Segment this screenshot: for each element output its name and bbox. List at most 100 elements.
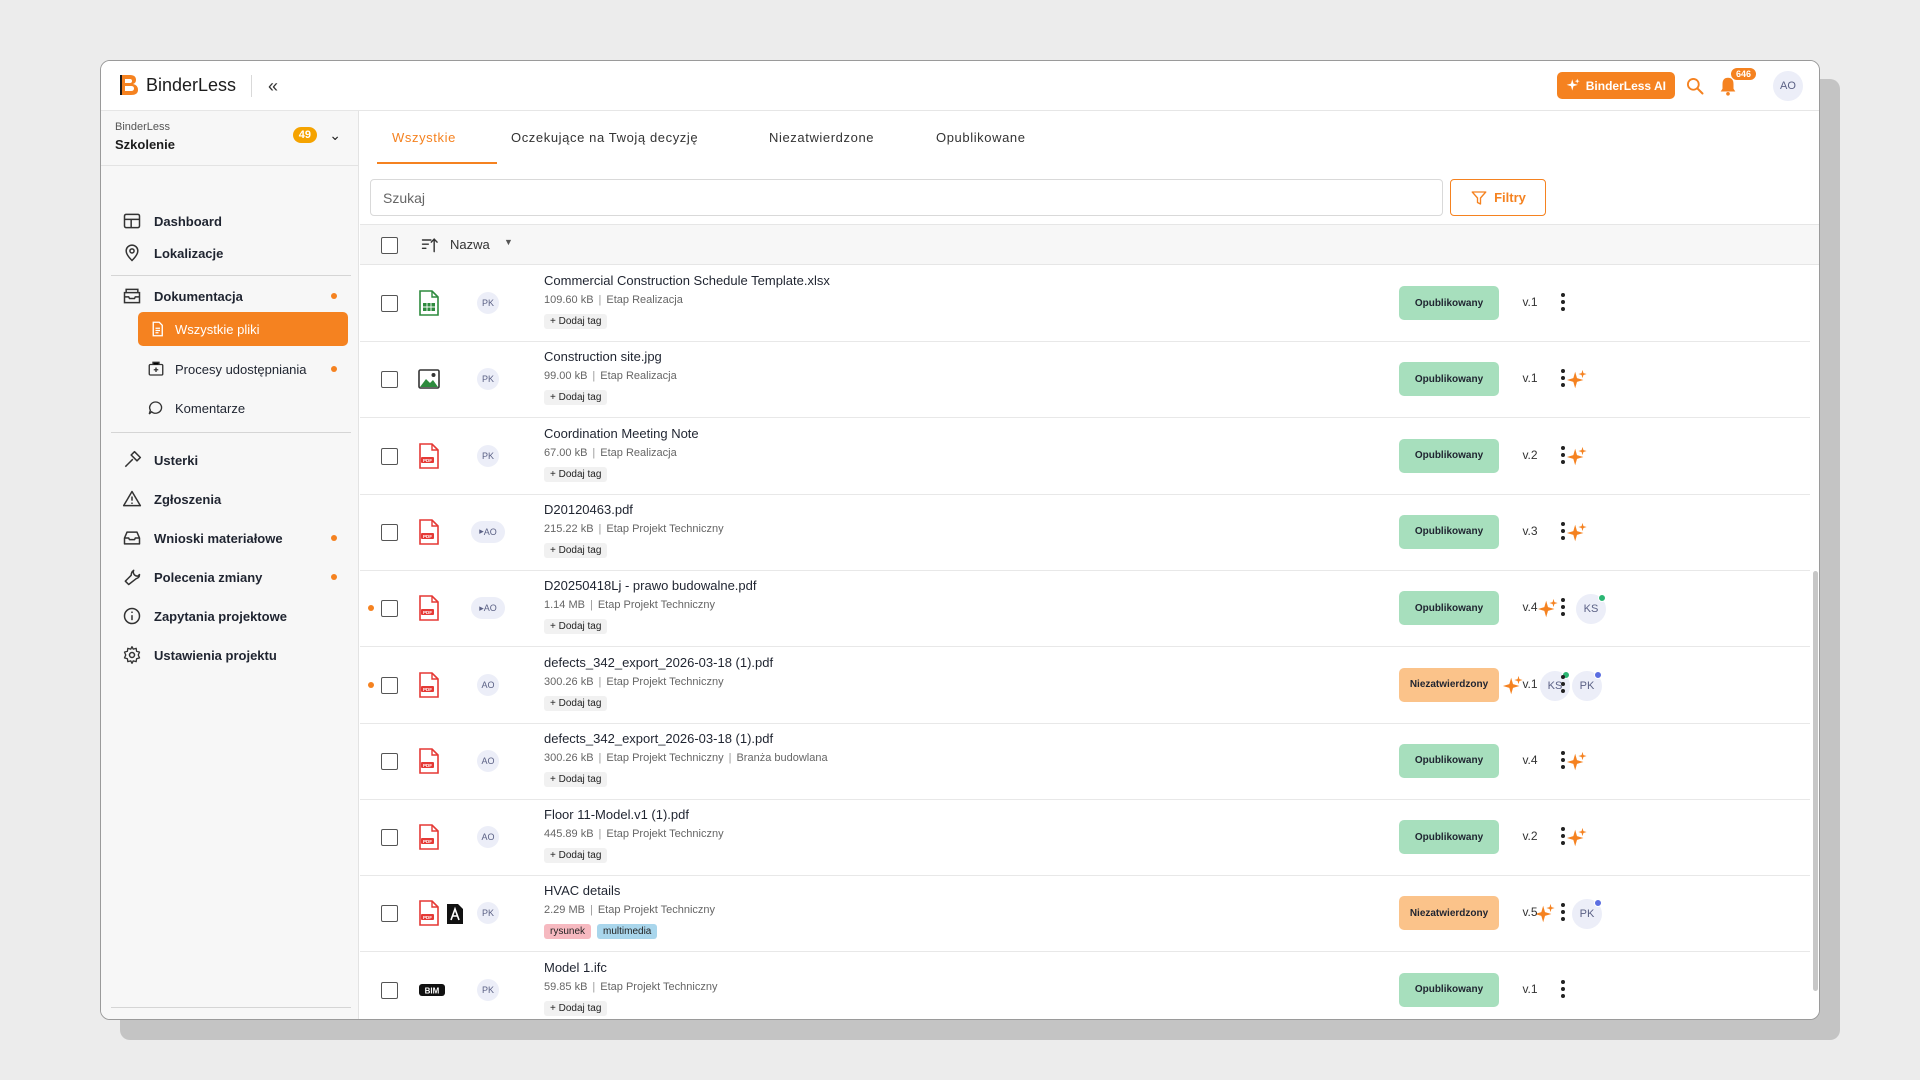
reviewer-avatar[interactable]: PK xyxy=(1572,899,1602,930)
file-name[interactable]: D20120463.pdf xyxy=(544,502,633,517)
table-row[interactable]: PDF PK HVAC details 2.29 MB | Etap Projekt Te… xyxy=(360,876,1810,953)
binderless-ai-button[interactable]: BinderLess AI xyxy=(1556,72,1675,99)
version-label[interactable]: v.1 xyxy=(1510,677,1550,691)
file-name[interactable]: Commercial Construction Schedule Templat… xyxy=(544,273,830,288)
file-name[interactable]: Construction site.jpg xyxy=(544,349,662,364)
table-row[interactable]: PDF ▸ AO D20250418Lj - prawo budowalne.pdf… xyxy=(360,571,1810,648)
tag-chip[interactable]: rysunek xyxy=(544,924,592,940)
sidebar-item-dashboard[interactable]: Dashboard xyxy=(101,205,359,237)
file-meta: 59.85 kB | Etap Projekt Techniczny xyxy=(544,980,718,993)
more-options-icon[interactable] xyxy=(1558,369,1568,389)
filters-button[interactable]: Filtry xyxy=(1450,179,1546,216)
add-tag-button[interactable]: + Dodaj tag xyxy=(544,619,608,635)
user-avatar[interactable]: AO xyxy=(1773,71,1803,101)
add-tag-button[interactable]: + Dodaj tag xyxy=(544,771,608,787)
version-label[interactable]: v.2 xyxy=(1510,829,1550,843)
row-checkbox[interactable] xyxy=(381,295,398,312)
sort-icon[interactable] xyxy=(420,235,440,255)
more-options-icon[interactable] xyxy=(1558,979,1568,1000)
search-icon[interactable] xyxy=(1685,76,1705,96)
more-options-icon[interactable] xyxy=(1558,674,1568,695)
sidebar-item-zapytania-projektowe[interactable]: Zapytania projektowe xyxy=(101,600,359,632)
row-checkbox[interactable] xyxy=(381,600,398,618)
add-tag-button[interactable]: + Dodaj tag xyxy=(544,314,608,329)
table-row[interactable]: PDF AO Floor 11-Model.v1 (1).pdf 445.89 kB |… xyxy=(360,800,1810,877)
version-label[interactable]: v.4 xyxy=(1510,600,1550,614)
search-input[interactable] xyxy=(370,179,1443,216)
add-tag-button[interactable]: + Dodaj tag xyxy=(544,1000,608,1016)
sidebar-item-dokumentacja[interactable]: Dokumentacja xyxy=(101,280,359,312)
file-name[interactable]: Coordination Meeting Note xyxy=(544,426,699,441)
ai-sparkle-icon[interactable] xyxy=(1566,446,1588,468)
table-row[interactable]: PK Construction site.jpg 99.00 kB | Etap Rea… xyxy=(360,342,1810,419)
version-label[interactable]: v.1 xyxy=(1510,371,1550,385)
table-row[interactable]: BIM PK Model 1.ifc 59.85 kB | Etap Projekt Te… xyxy=(360,953,1810,1019)
tab-niezatwierdzone[interactable]: Niezatwierdzone xyxy=(769,130,874,145)
row-checkbox[interactable] xyxy=(381,752,398,770)
sidebar-item-wnioski-materialowe[interactable]: Wnioski materiałowe xyxy=(101,522,359,554)
more-options-icon[interactable] xyxy=(1558,598,1568,618)
add-tag-button[interactable]: + Dodaj tag xyxy=(544,542,608,558)
tab-wszystkie[interactable]: Wszystkie xyxy=(392,130,456,145)
tab-oczekujace[interactable]: Oczekujące na Twoją decyzję xyxy=(511,130,698,145)
scrollbar[interactable] xyxy=(1813,571,1818,991)
collapse-sidebar-icon[interactable]: « xyxy=(268,76,278,97)
add-tag-button[interactable]: + Dodaj tag xyxy=(544,848,608,864)
file-name[interactable]: D20250418Lj - prawo budowalne.pdf xyxy=(544,578,757,593)
sidebar-item-lokalizacje[interactable]: Lokalizacje xyxy=(101,237,359,269)
version-label[interactable]: v.1 xyxy=(1510,295,1550,309)
row-checkbox[interactable] xyxy=(381,371,398,389)
tag-chip[interactable]: multimedia xyxy=(597,924,658,940)
version-label[interactable]: v.5 xyxy=(1510,905,1550,919)
ai-sparkle-icon[interactable] xyxy=(1566,369,1588,391)
sidebar-item-ustawienia-projektu[interactable]: Ustawienia projektu xyxy=(101,639,359,671)
sidebar-item-zgloszenia[interactable]: Zgłoszenia xyxy=(101,483,359,515)
row-checkbox[interactable] xyxy=(381,981,398,999)
version-label[interactable]: v.1 xyxy=(1510,982,1550,996)
more-options-icon[interactable] xyxy=(1558,521,1568,542)
row-checkbox[interactable] xyxy=(381,523,398,541)
table-row[interactable]: PDF PK Coordination Meeting Note 67.00 kB | E… xyxy=(360,419,1810,495)
more-options-icon[interactable] xyxy=(1558,903,1568,923)
file-name[interactable]: defects_342_export_2026-03-18 (1).pdf xyxy=(544,655,773,670)
row-checkbox[interactable] xyxy=(381,447,398,465)
row-checkbox[interactable] xyxy=(381,829,398,847)
row-checkbox[interactable] xyxy=(381,905,398,923)
table-row[interactable]: PK Commercial Construction Schedule Templ… xyxy=(360,266,1810,342)
file-name[interactable]: HVAC details xyxy=(544,883,620,898)
ai-sparkle-icon[interactable] xyxy=(1566,522,1588,544)
sidebar-item-usterki[interactable]: Usterki xyxy=(101,444,359,476)
sidebar-item-komentarze[interactable]: Komentarze xyxy=(101,392,359,424)
ai-sparkle-icon[interactable] xyxy=(1566,827,1588,849)
table-row[interactable]: PDF AO defects_342_export_2026-03-18 (1).p… xyxy=(360,724,1810,800)
file-name[interactable]: defects_342_export_2026-03-18 (1).pdf xyxy=(544,731,773,746)
add-tag-button[interactable]: + Dodaj tag xyxy=(544,695,608,711)
table-row[interactable]: PDF AO defects_342_export_2026-03-18 (1).p… xyxy=(360,648,1810,724)
select-all-checkbox[interactable] xyxy=(381,237,398,254)
ai-sparkle-icon[interactable] xyxy=(1566,751,1588,773)
row-checkbox[interactable] xyxy=(381,676,398,694)
version-label[interactable]: v.2 xyxy=(1510,448,1550,462)
app-logo[interactable]: BinderLess xyxy=(118,73,236,97)
chevron-down-icon[interactable]: ⌄ xyxy=(329,127,341,144)
more-options-icon[interactable] xyxy=(1558,293,1568,313)
sidebar-item-polecenia-zmiany[interactable]: Polecenia zmiany xyxy=(101,561,359,593)
sidebar-item-procesy-udostepniania[interactable]: Procesy udostępniania xyxy=(101,353,359,385)
project-selector[interactable]: BinderLess Szkolenie 49 ⌄ xyxy=(115,121,345,161)
more-options-icon[interactable] xyxy=(1558,827,1568,847)
column-header-name[interactable]: Nazwa xyxy=(450,237,490,252)
add-tag-button[interactable]: + Dodaj tag xyxy=(544,466,608,482)
version-label[interactable]: v.3 xyxy=(1510,524,1550,538)
more-options-icon[interactable] xyxy=(1558,445,1568,466)
version-label[interactable]: v.4 xyxy=(1510,753,1550,767)
more-options-icon[interactable] xyxy=(1558,750,1568,771)
reviewer-avatar[interactable]: KS xyxy=(1576,594,1606,625)
caret-down-icon[interactable]: ▼ xyxy=(504,237,513,247)
table-row[interactable]: PDF ▸ AO D20120463.pdf 215.22 kB | Etap Proje… xyxy=(360,495,1810,571)
sidebar-item-wszystkie-pliki[interactable]: Wszystkie pliki xyxy=(138,312,348,346)
file-name[interactable]: Floor 11-Model.v1 (1).pdf xyxy=(544,807,689,822)
reviewer-avatar[interactable]: PK xyxy=(1572,670,1602,701)
file-name[interactable]: Model 1.ifc xyxy=(544,960,607,975)
tab-opublikowane[interactable]: Opublikowane xyxy=(936,130,1026,145)
add-tag-button[interactable]: + Dodaj tag xyxy=(544,390,608,406)
